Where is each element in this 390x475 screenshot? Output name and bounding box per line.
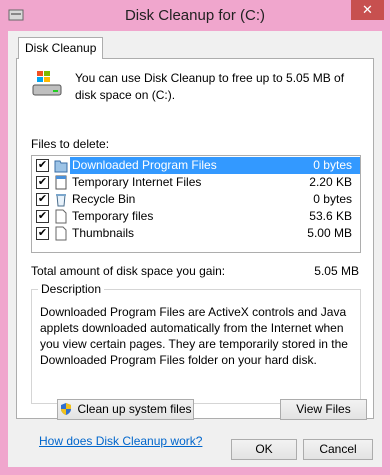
clean-up-system-files-label: Clean up system files [77,402,192,416]
list-item[interactable]: ✔ Recycle Bin 0 bytes [32,191,360,208]
clean-up-system-files-button[interactable]: Clean up system files [57,399,194,420]
file-name: Temporary Internet Files [72,175,202,189]
list-item[interactable]: ✔ Temporary Internet Files 2.20 KB [32,174,360,191]
file-size: 53.6 KB [309,209,352,223]
recycle-bin-icon [56,194,66,207]
window-title: Disk Cleanup for (C:) [124,7,266,24]
disk-cleanup-window: Disk Cleanup for (C:) ✕ Disk Cleanup You… [0,0,390,475]
file-icon [55,226,67,241]
intro-text: You can use Disk Cleanup to free up to 5… [75,71,345,102]
file-name: Downloaded Program Files [72,158,217,172]
file-size: 0 bytes [313,192,352,206]
checkbox[interactable]: ✔ [36,227,49,240]
description-groupbox: Description Downloaded Program Files are… [31,282,361,404]
cancel-button[interactable]: Cancel [303,439,373,460]
checkbox[interactable]: ✔ [36,159,49,172]
list-item[interactable]: ✔ Downloaded Program Files 0 bytes [32,157,360,174]
view-files-button[interactable]: View Files [280,399,367,420]
document-icon [55,175,67,190]
list-item[interactable]: ✔ Thumbnails 5.00 MB [32,225,360,242]
files-list[interactable]: ✔ Downloaded Program Files 0 bytes ✔ Temp… [31,155,361,253]
shield-icon [61,403,72,415]
total-space-value: 5.05 MB [314,264,359,278]
checkbox[interactable]: ✔ [36,176,49,189]
file-name: Recycle Bin [72,192,136,206]
checkbox[interactable]: ✔ [36,193,49,206]
ok-button[interactable]: OK [231,439,297,460]
tab-disk-cleanup[interactable]: Disk Cleanup [18,37,104,59]
description-legend: Description [38,282,105,296]
file-size: 0 bytes [313,158,352,172]
folder-icon [54,160,68,173]
help-link[interactable]: How does Disk Cleanup work? [39,434,202,448]
checkbox[interactable]: ✔ [36,210,49,223]
dialog-client-area: Disk Cleanup You can use Disk Cleanup to… [8,31,382,467]
total-space-label: Total amount of disk space you gain: [31,264,226,278]
file-size: 5.00 MB [307,226,352,240]
description-text: Downloaded Program Files are ActiveX con… [40,305,348,367]
file-name: Thumbnails [72,226,135,240]
drive-icon [32,71,62,96]
file-size: 2.20 KB [309,175,352,189]
close-button[interactable]: ✕ [351,0,384,20]
file-name: Temporary files [72,209,154,223]
title-bar[interactable]: Disk Cleanup for (C:) ✕ [0,0,390,31]
list-item[interactable]: ✔ Temporary files 53.6 KB [32,208,360,225]
tab-panel: You can use Disk Cleanup to free up to 5… [16,58,374,448]
file-icon [55,209,67,224]
files-to-delete-label: Files to delete: [31,137,110,151]
